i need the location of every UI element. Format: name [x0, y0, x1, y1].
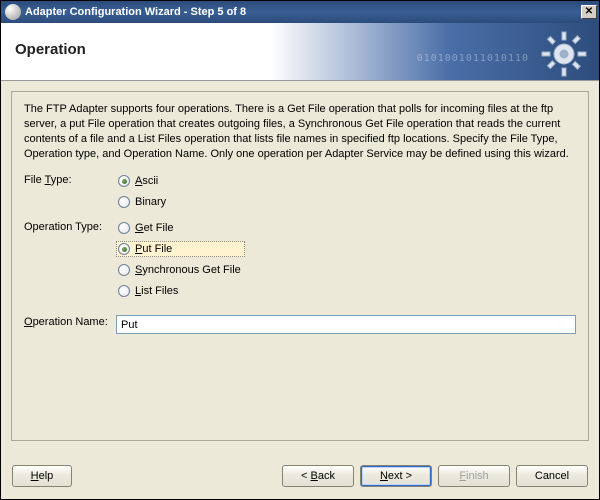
titlebar: Adapter Configuration Wizard - Step 5 of…	[1, 1, 599, 23]
radio-icon	[118, 264, 130, 276]
operation-type-option-3[interactable]: List Files	[116, 283, 245, 299]
close-button[interactable]: ✕	[581, 5, 597, 19]
file-type-row: File Type: Ascii Binary	[24, 173, 576, 210]
operation-name-input[interactable]	[116, 315, 576, 334]
radio-label: List Files	[135, 285, 178, 297]
operation-name-label: Operation Name:	[24, 315, 116, 328]
next-button[interactable]: Next >	[360, 465, 432, 487]
file-type-group: Ascii Binary	[116, 173, 170, 210]
radio-label: Put File	[135, 243, 172, 255]
radio-label: Synchronous Get File	[135, 264, 241, 276]
operation-type-option-2[interactable]: Synchronous Get File	[116, 262, 245, 278]
file-type-option-1[interactable]: Binary	[116, 194, 170, 210]
gear-icon	[539, 29, 589, 79]
operation-name-row: Operation Name:	[24, 315, 576, 334]
radio-icon	[118, 222, 130, 234]
operation-type-row: Operation Type: Get File Put File Synchron…	[24, 220, 576, 299]
header-decoration-digits: 0101001011010110	[417, 53, 529, 64]
wizard-header: Operation 0101001011010110	[1, 23, 599, 81]
radio-label: Binary	[135, 196, 166, 208]
radio-label: Get File	[135, 222, 174, 234]
file-type-label: File Type:	[24, 173, 116, 186]
radio-icon	[118, 243, 130, 255]
description-text: The FTP Adapter supports four operations…	[24, 102, 576, 161]
wizard-footer: HHelpelp < Back Next > Finish Cancel	[0, 452, 600, 500]
back-button[interactable]: < Back	[282, 465, 354, 487]
window-title: Adapter Configuration Wizard - Step 5 of…	[25, 6, 581, 18]
finish-button: Finish	[438, 465, 510, 487]
help-button[interactable]: HHelpelp	[12, 465, 72, 487]
cancel-button[interactable]: Cancel	[516, 465, 588, 487]
operation-type-group: Get File Put File Synchronous Get File List…	[116, 220, 245, 299]
operation-type-option-1[interactable]: Put File	[116, 241, 245, 257]
radio-icon	[118, 175, 130, 187]
app-icon	[5, 4, 21, 20]
file-type-option-0[interactable]: Ascii	[116, 173, 170, 189]
operation-type-option-0[interactable]: Get File	[116, 220, 245, 236]
content-panel: The FTP Adapter supports four operations…	[11, 91, 589, 441]
radio-icon	[118, 196, 130, 208]
operation-type-label: Operation Type:	[24, 220, 116, 233]
radio-icon	[118, 285, 130, 297]
radio-label: Ascii	[135, 175, 158, 187]
